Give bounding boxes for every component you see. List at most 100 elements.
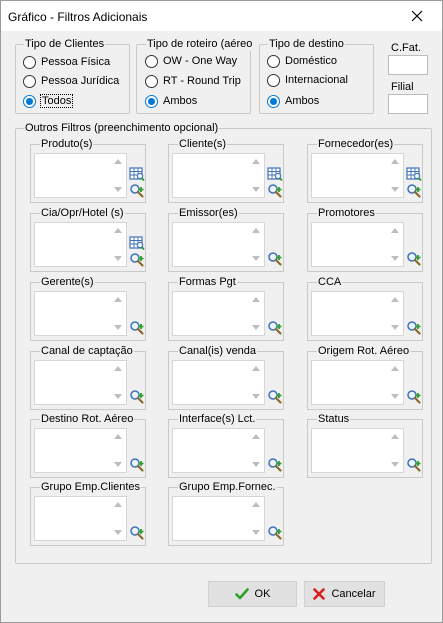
scroll-down-arrow-icon[interactable] xyxy=(252,325,260,330)
listbox-scrollbar[interactable] xyxy=(248,154,264,197)
radio-ambos-roteiro[interactable]: Ambos xyxy=(145,93,197,109)
listbox-scrollbar[interactable] xyxy=(387,154,403,197)
search-add-icon[interactable] xyxy=(129,183,145,199)
scroll-down-arrow-icon[interactable] xyxy=(391,462,399,467)
radio-rt-round-trip[interactable]: RT - Round Trip xyxy=(145,73,241,89)
browse-table-icon[interactable] xyxy=(129,235,145,251)
scroll-up-arrow-icon[interactable] xyxy=(114,366,122,371)
listbox-scrollbar[interactable] xyxy=(248,292,264,335)
scroll-down-arrow-icon[interactable] xyxy=(114,187,122,192)
listbox-scrollbar[interactable] xyxy=(110,223,126,266)
scroll-down-arrow-icon[interactable] xyxy=(114,462,122,467)
scroll-down-arrow-icon[interactable] xyxy=(114,530,122,535)
filter-listbox[interactable] xyxy=(172,496,265,541)
filter-listbox[interactable] xyxy=(311,428,404,473)
scroll-up-arrow-icon[interactable] xyxy=(391,228,399,233)
scroll-up-arrow-icon[interactable] xyxy=(252,502,260,507)
scroll-up-arrow-icon[interactable] xyxy=(391,297,399,302)
listbox-scrollbar[interactable] xyxy=(248,361,264,404)
browse-table-icon[interactable] xyxy=(406,166,422,182)
listbox-scrollbar[interactable] xyxy=(387,429,403,472)
search-add-icon[interactable] xyxy=(267,320,283,336)
filter-listbox[interactable] xyxy=(34,428,127,473)
listbox-scrollbar[interactable] xyxy=(110,497,126,540)
scroll-up-arrow-icon[interactable] xyxy=(114,434,122,439)
filter-listbox[interactable] xyxy=(34,360,127,405)
scroll-down-arrow-icon[interactable] xyxy=(391,187,399,192)
scroll-down-arrow-icon[interactable] xyxy=(252,394,260,399)
radio-pessoa-fisica[interactable]: Pessoa Física xyxy=(23,54,110,70)
search-add-icon[interactable] xyxy=(129,389,145,405)
scroll-down-arrow-icon[interactable] xyxy=(391,325,399,330)
scroll-down-arrow-icon[interactable] xyxy=(252,462,260,467)
scroll-up-arrow-icon[interactable] xyxy=(391,159,399,164)
scroll-down-arrow-icon[interactable] xyxy=(252,187,260,192)
filter-listbox[interactable] xyxy=(172,360,265,405)
scroll-down-arrow-icon[interactable] xyxy=(114,256,122,261)
filter-listbox[interactable] xyxy=(34,291,127,336)
filter-listbox[interactable] xyxy=(34,222,127,267)
filter-listbox[interactable] xyxy=(311,153,404,198)
listbox-scrollbar[interactable] xyxy=(110,154,126,197)
scroll-down-arrow-icon[interactable] xyxy=(391,256,399,261)
radio-ambos-destino[interactable]: Ambos xyxy=(267,93,319,109)
cfat-input[interactable] xyxy=(388,55,428,75)
scroll-down-arrow-icon[interactable] xyxy=(252,530,260,535)
search-add-icon[interactable] xyxy=(267,251,283,267)
listbox-scrollbar[interactable] xyxy=(110,361,126,404)
scroll-down-arrow-icon[interactable] xyxy=(114,394,122,399)
search-add-icon[interactable] xyxy=(267,183,283,199)
search-add-icon[interactable] xyxy=(129,320,145,336)
search-add-icon[interactable] xyxy=(406,251,422,267)
listbox-scrollbar[interactable] xyxy=(387,223,403,266)
close-button[interactable] xyxy=(400,4,434,28)
search-add-icon[interactable] xyxy=(406,320,422,336)
filter-listbox[interactable] xyxy=(311,291,404,336)
filter-listbox[interactable] xyxy=(311,360,404,405)
scroll-up-arrow-icon[interactable] xyxy=(391,366,399,371)
scroll-down-arrow-icon[interactable] xyxy=(114,325,122,330)
search-add-icon[interactable] xyxy=(406,183,422,199)
filter-listbox[interactable] xyxy=(172,222,265,267)
filter-listbox[interactable] xyxy=(172,153,265,198)
cancel-button[interactable]: Cancelar xyxy=(304,581,385,607)
search-add-icon[interactable] xyxy=(267,525,283,541)
radio-domestico[interactable]: Doméstico xyxy=(267,53,337,69)
scroll-up-arrow-icon[interactable] xyxy=(252,297,260,302)
browse-table-icon[interactable] xyxy=(129,166,145,182)
search-add-icon[interactable] xyxy=(129,252,145,268)
filter-listbox[interactable] xyxy=(172,291,265,336)
radio-ow-one-way[interactable]: OW - One Way xyxy=(145,53,237,69)
scroll-up-arrow-icon[interactable] xyxy=(114,159,122,164)
ok-button[interactable]: OK xyxy=(208,581,297,607)
listbox-scrollbar[interactable] xyxy=(248,223,264,266)
scroll-up-arrow-icon[interactable] xyxy=(252,434,260,439)
scroll-up-arrow-icon[interactable] xyxy=(114,228,122,233)
scroll-down-arrow-icon[interactable] xyxy=(391,394,399,399)
filter-listbox[interactable] xyxy=(34,496,127,541)
search-add-icon[interactable] xyxy=(267,457,283,473)
scroll-down-arrow-icon[interactable] xyxy=(252,256,260,261)
listbox-scrollbar[interactable] xyxy=(248,497,264,540)
search-add-icon[interactable] xyxy=(129,457,145,473)
search-add-icon[interactable] xyxy=(406,457,422,473)
scroll-up-arrow-icon[interactable] xyxy=(252,366,260,371)
filial-input[interactable] xyxy=(388,94,428,114)
listbox-scrollbar[interactable] xyxy=(110,292,126,335)
browse-table-icon[interactable] xyxy=(267,166,283,182)
scroll-up-arrow-icon[interactable] xyxy=(252,228,260,233)
filter-listbox[interactable] xyxy=(34,153,127,198)
listbox-scrollbar[interactable] xyxy=(110,429,126,472)
scroll-up-arrow-icon[interactable] xyxy=(252,159,260,164)
radio-pessoa-juridica[interactable]: Pessoa Jurídica xyxy=(23,73,119,89)
listbox-scrollbar[interactable] xyxy=(387,361,403,404)
search-add-icon[interactable] xyxy=(267,389,283,405)
search-add-icon[interactable] xyxy=(406,389,422,405)
filter-listbox[interactable] xyxy=(172,428,265,473)
scroll-up-arrow-icon[interactable] xyxy=(114,502,122,507)
scroll-up-arrow-icon[interactable] xyxy=(114,297,122,302)
scroll-up-arrow-icon[interactable] xyxy=(391,434,399,439)
filter-listbox[interactable] xyxy=(311,222,404,267)
radio-internacional[interactable]: Internacional xyxy=(267,72,348,88)
radio-todos[interactable]: Todos xyxy=(23,93,74,109)
